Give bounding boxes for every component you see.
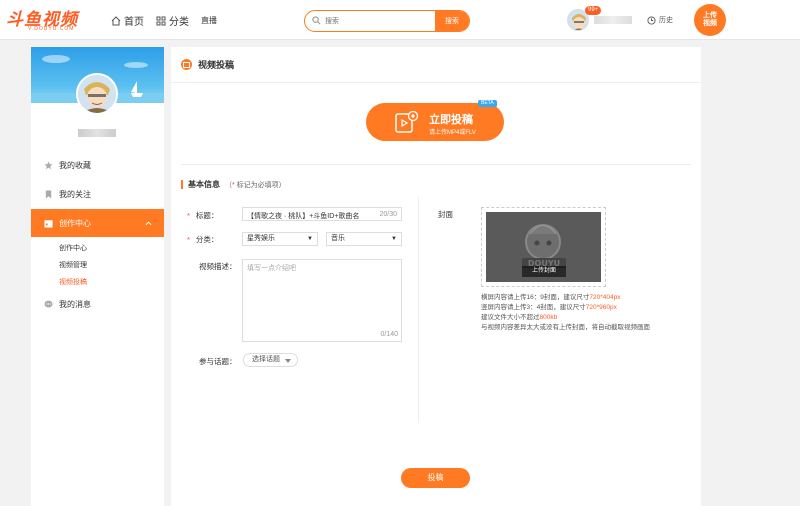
nav-category-label: 分类 — [169, 17, 189, 28]
cover-note-3-size: 800kb — [539, 314, 558, 321]
title-input[interactable]: 【情歌之夜 · 桃队】+斗鱼ID+歌曲名 20/30 — [242, 207, 402, 221]
cover-note-1: 横屏内容请上传16：9封面，建议尺寸720*404px — [481, 293, 650, 303]
desc-placeholder: 填写一点介绍吧 — [247, 265, 296, 272]
cover-note-4: 与视频内容差异太大或没有上传封面，将自动截取视频画面 — [481, 324, 650, 331]
nav-home-label: 首页 — [124, 17, 144, 28]
cover-note-2-size: 720*960px — [585, 304, 617, 311]
required-note-open: （ — [225, 181, 232, 189]
sidebar: 我的收藏 我的关注 创作中心 创作中心 视频管理 视频投稿 我的消息 — [31, 47, 164, 506]
top-bar: 斗鱼视频 V.DOUYU.COM 首页 分类 直播 搜索 99+ 历史 上传视频 — [0, 0, 800, 40]
clock-icon — [647, 15, 656, 25]
section-marker — [181, 180, 183, 189]
required-star: * — [187, 211, 190, 220]
submit-button[interactable]: 投稿 — [401, 468, 470, 488]
notification-badge: 99+ — [585, 6, 602, 15]
nav-live[interactable]: 直播 — [201, 15, 217, 26]
upload-cover-button[interactable]: 上传封面 — [522, 266, 566, 277]
profile-avatar[interactable] — [76, 73, 118, 115]
divider — [181, 164, 691, 165]
search-bar: 搜索 — [304, 10, 470, 32]
cover-note-1-text: 横屏内容请上传16：9封面，建议尺寸 — [481, 294, 590, 301]
cover-note-1-size: 720*404px — [589, 294, 621, 301]
quick-submit-subtitle: 请上传MP4或FLV — [429, 130, 476, 136]
required-note-text: 标记为必填项） — [234, 181, 286, 189]
sidebar-item-creator-center[interactable]: 创作中心 — [31, 209, 164, 237]
required-star: * — [187, 235, 190, 244]
description-textarea[interactable]: 填写一点介绍吧 0/140 — [242, 259, 402, 342]
page-title: 视频投稿 — [198, 60, 235, 70]
required-note: （* 标记为必填项） — [225, 180, 286, 190]
title-label-wrap: * 标题： — [187, 210, 218, 221]
category-label: 分类： — [195, 235, 219, 244]
cover-preview: DOUYU 上传封面 — [486, 212, 601, 282]
sidebar-item-following[interactable]: 我的关注 — [31, 180, 164, 208]
quick-submit-title: 立即投稿 — [429, 114, 473, 126]
page-header: 视频投稿 — [171, 47, 701, 83]
cover-label: 封面 — [438, 210, 453, 219]
upload-video-button[interactable]: 上传视频 — [694, 4, 726, 36]
sidebar-subitem-video-manage[interactable]: 视频管理 — [59, 260, 87, 270]
sidebar-item-label: 创作中心 — [59, 218, 91, 228]
topic-button-label: 选择话题 — [252, 356, 280, 363]
cover-upload-area[interactable]: DOUYU 上传封面 — [481, 207, 606, 287]
nav-home[interactable]: 首页 — [111, 13, 144, 28]
caret-down-icon: ▼ — [307, 236, 313, 242]
desc-label: 视频描述： — [199, 262, 237, 271]
cover-notes: 横屏内容请上传16：9封面，建议尺寸720*404px 竖屏内容请上传3：4封面… — [481, 293, 650, 333]
category-label-wrap: * 分类： — [187, 234, 218, 245]
upload-video-label: 上传视频 — [703, 12, 717, 27]
sidebar-subitem-video-submit[interactable]: 视频投稿 — [59, 277, 87, 287]
sidebar-item-messages[interactable]: 我的消息 — [31, 290, 164, 318]
history-label: 历史 — [659, 17, 673, 24]
star-icon — [44, 160, 53, 169]
beta-badge: BETA — [478, 100, 497, 107]
cover-note-2-text: 竖屏内容请上传3：4封面，建议尺寸 — [481, 304, 586, 311]
category-select-secondary[interactable]: 音乐 ▼ — [326, 232, 402, 246]
chevron-up-icon — [145, 220, 152, 225]
category-secondary-value: 音乐 — [331, 235, 345, 242]
sidebar-item-label: 我的消息 — [59, 299, 91, 309]
main-panel: 视频投稿 立即投稿 请上传MP4或FLV BETA 基本信息 （* 标记为必填项… — [171, 47, 701, 506]
cover-note-2: 竖屏内容请上传3：4封面，建议尺寸720*960px — [481, 303, 650, 313]
title-label: 标题： — [195, 211, 219, 220]
cover-note-3: 建议文件大小不超过800kb — [481, 313, 650, 323]
username-blurred — [594, 16, 632, 24]
caret-down-icon — [285, 359, 291, 363]
upload-video-icon — [395, 111, 419, 133]
select-topic-button[interactable]: 选择话题 — [243, 353, 298, 367]
title-value: 【情歌之夜 · 桃队】+斗鱼ID+歌曲名 — [247, 213, 360, 220]
section-basic-info: 基本信息 （* 标记为必填项） — [181, 179, 286, 190]
nav-category[interactable]: 分类 — [156, 13, 189, 28]
logo-subtext: V.DOUYU.COM — [28, 26, 75, 32]
bookmark-icon — [45, 189, 52, 199]
video-icon — [181, 59, 192, 70]
title-counter: 20/30 — [379, 211, 397, 218]
search-icon — [312, 16, 321, 25]
sidebar-item-label: 我的关注 — [59, 189, 91, 199]
logo[interactable]: 斗鱼视频 V.DOUYU.COM — [6, 5, 98, 35]
sidebar-item-label: 我的收藏 — [59, 160, 91, 170]
quick-submit-button[interactable]: 立即投稿 请上传MP4或FLV BETA — [366, 100, 504, 141]
search-button[interactable]: 搜索 — [435, 11, 469, 31]
topic-label: 参与话题： — [199, 357, 237, 366]
home-icon — [111, 15, 121, 25]
calendar-icon — [44, 219, 53, 228]
category-primary-value: 星秀娱乐 — [247, 235, 275, 242]
category-select-primary[interactable]: 星秀娱乐 ▼ — [242, 232, 318, 246]
sidebar-subitem-creator-center[interactable]: 创作中心 — [59, 243, 87, 253]
caret-down-icon: ▼ — [391, 236, 397, 242]
desc-counter: 0/140 — [380, 331, 398, 338]
history-link[interactable]: 历史 — [647, 15, 673, 25]
nav-live-label: 直播 — [201, 16, 217, 25]
column-divider — [418, 197, 419, 423]
chat-icon — [44, 300, 53, 307]
cover-note-3-text: 建议文件大小不超过 — [481, 314, 540, 321]
grid-icon — [156, 16, 166, 25]
search-input[interactable] — [325, 15, 430, 28]
section-title: 基本信息 — [188, 180, 220, 189]
profile-name-blurred — [78, 129, 116, 137]
sidebar-item-favorites[interactable]: 我的收藏 — [31, 151, 164, 179]
